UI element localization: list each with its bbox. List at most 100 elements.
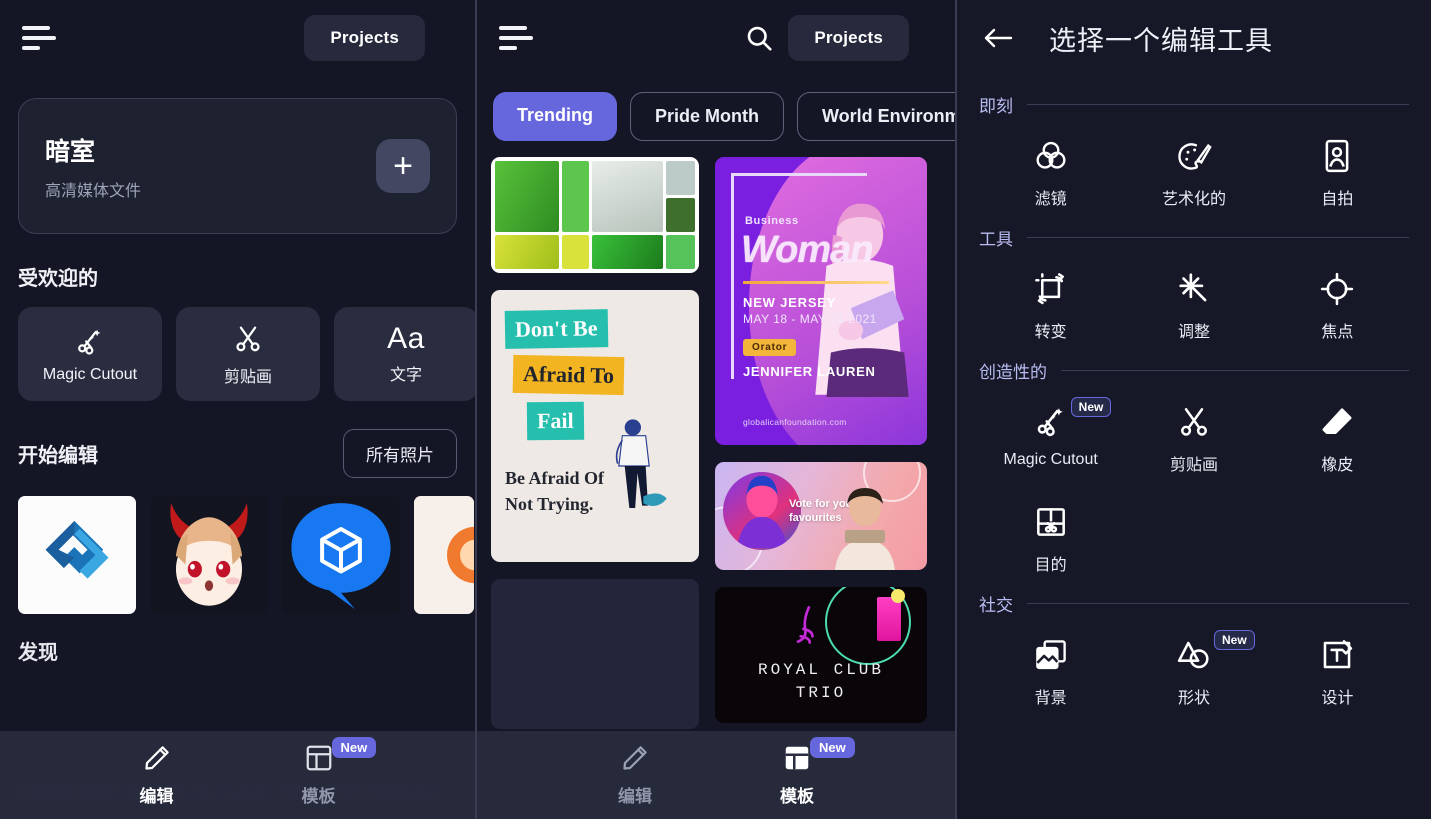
mid-topbar: Projects <box>477 0 955 76</box>
template-card-business-woman[interactable]: Business Woman NEW JERSEY MAY 18 - MAY 2… <box>715 157 927 445</box>
neon-swirl-icon <box>789 603 825 655</box>
pencil-icon <box>142 743 172 773</box>
group-grid: 转变 调整 <box>979 256 1409 342</box>
photo-thumbnail[interactable] <box>18 496 136 614</box>
bw-frame-left <box>731 173 734 379</box>
category-chips[interactable]: Trending Pride Month World Environme <box>477 76 955 141</box>
app-screen: Projects 暗室 高清媒体文件 + 受欢迎的 <box>0 0 1431 819</box>
start-editing-row: 开始编辑 所有照片 <box>0 401 475 478</box>
template-card-afraid[interactable]: Don't Be Afraid To Fail Be Afraid Of Not… <box>491 290 699 562</box>
search-icon[interactable] <box>744 23 774 53</box>
tool-label: 滤镜 <box>1035 185 1067 209</box>
template-card-vote-banner[interactable]: Vote for your favourites <box>715 462 927 570</box>
tool-label: 调整 <box>1178 318 1210 342</box>
new-badge: New <box>1214 630 1255 650</box>
projects-button[interactable]: Projects <box>304 15 425 61</box>
masonry-column-left: Don't Be Afraid To Fail Be Afraid Of Not… <box>491 157 699 729</box>
plus-icon[interactable]: + <box>376 139 430 193</box>
template-card-leaf-collage[interactable] <box>491 157 699 273</box>
hamburger-icon[interactable] <box>499 25 533 51</box>
collage-tile <box>562 235 588 269</box>
collage-tile <box>666 235 695 269</box>
background-image-icon <box>1032 636 1070 674</box>
hamburger-icon[interactable] <box>22 25 56 51</box>
photo-thumbnail[interactable] <box>150 496 268 614</box>
group-heading: 社交 <box>979 591 1013 616</box>
afraid-line-1: Don't Be <box>505 309 608 349</box>
tool-label: 剪贴画 <box>1170 451 1218 475</box>
collage-tile <box>592 235 664 269</box>
text-aa-icon: Aa <box>387 324 425 354</box>
collage-tile <box>592 161 664 232</box>
tool-label: 目的 <box>1035 551 1067 575</box>
photo-thumbnail[interactable] <box>414 496 474 614</box>
photo-strip[interactable] <box>0 478 475 614</box>
tool-transform[interactable]: 转变 <box>979 256 1122 342</box>
bw-tag: Business <box>745 215 799 227</box>
group-divider <box>1061 370 1409 371</box>
left-topbar: Projects <box>0 0 475 76</box>
chip-world-environment[interactable]: World Environme <box>797 92 955 141</box>
tool-design[interactable]: 设计 <box>1266 622 1409 708</box>
nav-item-label: 模板 <box>780 782 814 807</box>
middle-panel: Projects Trending Pride Month World Envi… <box>475 0 955 819</box>
darkroom-texts: 暗室 高清媒体文件 <box>45 132 376 201</box>
right-topbar: 选择一个编辑工具 <box>957 0 1431 76</box>
cocktail-glass-icon <box>877 597 901 641</box>
tool-shapes[interactable]: New 形状 <box>1122 622 1265 708</box>
all-photos-button[interactable]: 所有照片 <box>343 429 457 478</box>
projects-button[interactable]: Projects <box>788 15 909 61</box>
photo-thumbnail[interactable] <box>282 496 400 614</box>
nav-item-label: 模板 <box>302 782 336 807</box>
scissors-icon <box>231 322 265 356</box>
tool-card-magic-cutout[interactable]: Magic Cutout <box>18 307 162 401</box>
tool-magic-cutout[interactable]: New Magic Cutout <box>979 389 1122 475</box>
new-badge: New <box>332 737 377 758</box>
nav-item-template[interactable]: New 模板 <box>302 743 336 807</box>
nav-item-edit[interactable]: 编辑 <box>618 743 652 807</box>
portrait-selfie-icon <box>1318 137 1356 175</box>
group-divider <box>1027 603 1409 604</box>
group-grid: 背景 New 形状 <box>979 622 1409 708</box>
tool-label: 艺术化的 <box>1162 185 1226 209</box>
right-panel: 选择一个编辑工具 即刻 滤镜 <box>955 0 1431 819</box>
group-divider <box>1027 104 1409 105</box>
nav-item-label: 编辑 <box>618 782 652 807</box>
nav-item-template[interactable]: New 模板 <box>780 743 814 807</box>
tool-clipart[interactable]: 剪贴画 <box>1122 389 1265 475</box>
tool-eraser[interactable]: 橡皮 <box>1266 389 1409 475</box>
popular-heading: 受欢迎的 <box>0 234 475 291</box>
chip-pride-month[interactable]: Pride Month <box>630 92 784 141</box>
new-badge: New <box>1071 397 1112 417</box>
lemon-slice-icon <box>891 589 905 603</box>
nav-item-edit[interactable]: 编辑 <box>140 743 174 807</box>
collage-tile <box>495 235 559 269</box>
template-card-royal-club[interactable]: ROYAL CLUB TRIO <box>715 587 927 723</box>
filter-circles-icon <box>1032 137 1070 175</box>
group-social: 社交 背景 <box>957 575 1431 708</box>
darkroom-card[interactable]: 暗室 高清媒体文件 + <box>18 98 457 234</box>
back-arrow-icon[interactable] <box>981 24 1015 52</box>
tool-filter[interactable]: 滤镜 <box>979 123 1122 209</box>
template-card-placeholder[interactable] <box>491 579 699 729</box>
tool-selfie[interactable]: 自拍 <box>1266 123 1409 209</box>
tool-label: 形状 <box>1178 684 1210 708</box>
adjust-sparkle-icon <box>1175 270 1213 308</box>
afraid-line-2: Afraid To <box>513 355 625 395</box>
tool-focus[interactable]: 焦点 <box>1266 256 1409 342</box>
tool-card-text[interactable]: Aa 文字 <box>334 307 475 401</box>
man-photo-illustration <box>827 486 903 570</box>
tool-label: 焦点 <box>1321 318 1353 342</box>
tool-card-clipart[interactable]: 剪贴画 <box>176 307 320 401</box>
chip-trending[interactable]: Trending <box>493 92 617 141</box>
tool-adjust[interactable]: 调整 <box>1122 256 1265 342</box>
shapes-icon <box>1175 636 1213 674</box>
darkroom-subtitle: 高清媒体文件 <box>45 177 376 201</box>
tool-background[interactable]: 背景 <box>979 622 1122 708</box>
popular-tool-strip[interactable]: Magic Cutout 剪贴画 Aa 文字 <box>0 291 475 401</box>
tool-object-cutout[interactable]: 目的 <box>979 489 1122 575</box>
tool-artistic[interactable]: 艺术化的 <box>1122 123 1265 209</box>
template-grid-icon <box>304 743 334 773</box>
group-heading: 创造性的 <box>979 358 1047 383</box>
tool-label: Magic Cutout <box>1004 451 1098 469</box>
